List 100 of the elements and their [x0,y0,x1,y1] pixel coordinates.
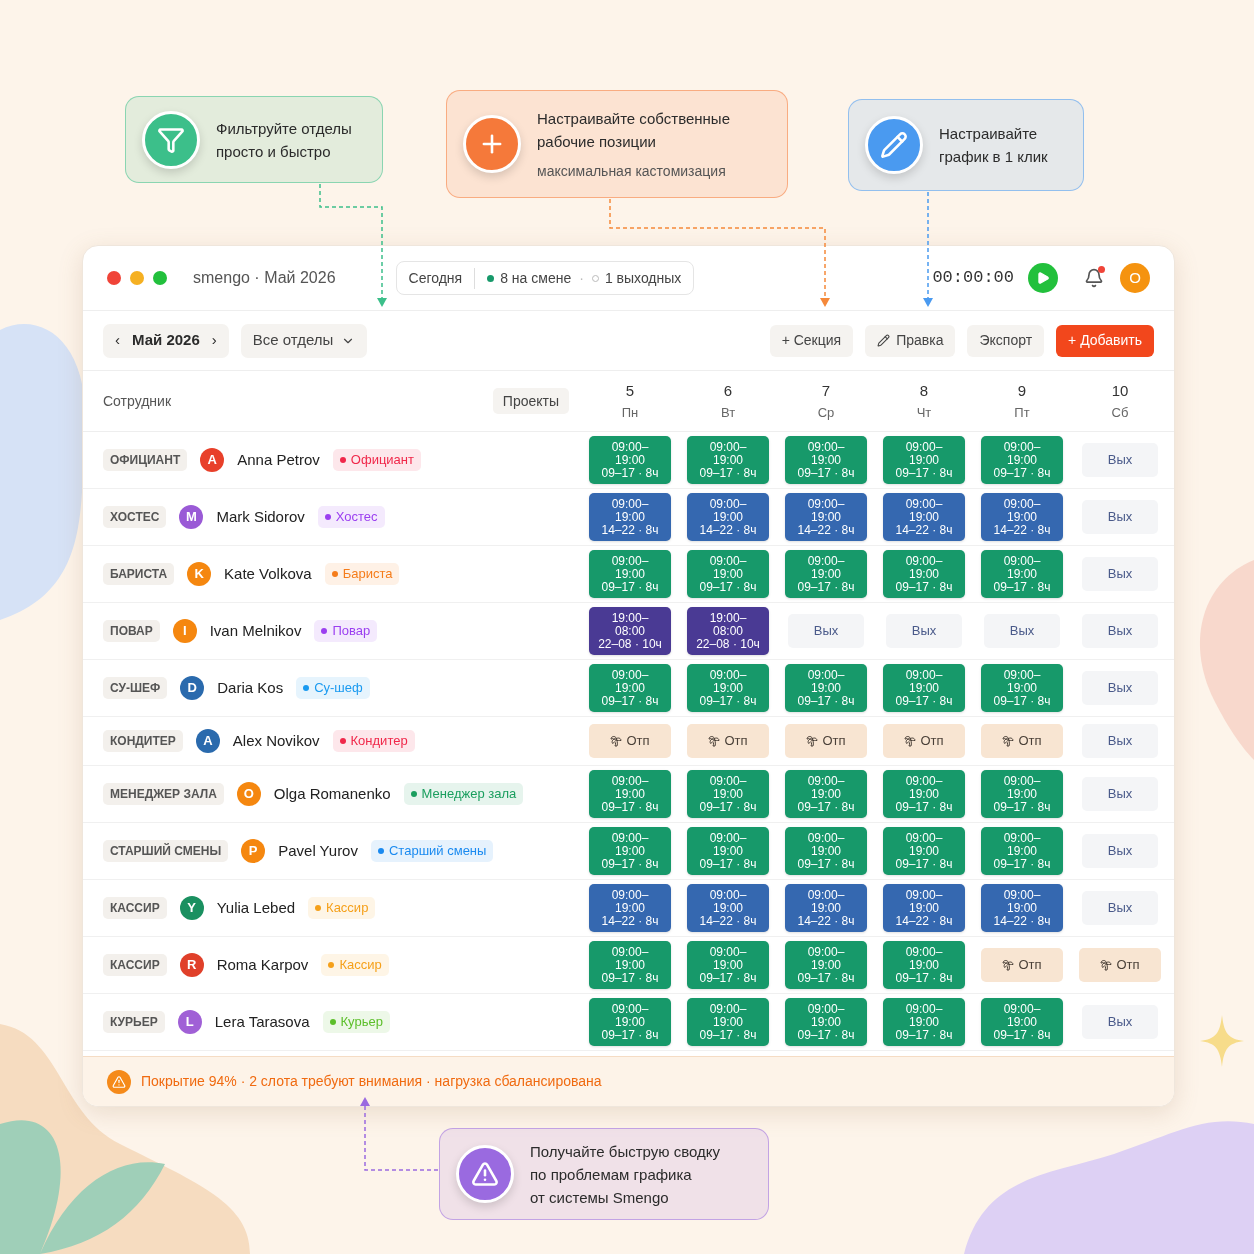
shift-block[interactable]: 09:00– 19:00 14–22 · 8ч [981,884,1063,932]
employee-avatar: I [172,619,197,643]
shift-block[interactable]: 09:00– 19:00 09–17 · 8ч [687,770,769,818]
shift-block[interactable]: 09:00– 19:00 09–17 · 8ч [589,827,671,875]
employee-avatar: Y [179,896,204,920]
shift-block[interactable]: 09:00– 19:00 14–22 · 8ч [785,493,867,541]
day-number: 10 [1111,381,1129,401]
shift-block[interactable]: 09:00– 19:00 09–17 · 8ч [687,827,769,875]
shift-block[interactable]: 09:00– 19:00 09–17 · 8ч [589,998,671,1046]
shift-block[interactable]: 09:00– 19:00 09–17 · 8ч [785,998,867,1046]
next-month-button[interactable]: › [211,329,217,352]
vacation-block[interactable]: Отп [589,724,671,758]
shift-block[interactable]: 09:00– 19:00 09–17 · 8ч [785,436,867,484]
shift-block[interactable]: 09:00– 19:00 09–17 · 8ч [589,941,671,989]
add-button[interactable]: + Добавить [1056,324,1154,357]
shift-block[interactable]: 09:00– 19:00 09–17 · 8ч [981,827,1063,875]
shift-block[interactable]: 09:00– 19:00 09–17 · 8ч [785,941,867,989]
shift-block[interactable]: 09:00– 19:00 09–17 · 8ч [981,664,1063,712]
shift-block[interactable]: 09:00– 19:00 09–17 · 8ч [981,770,1063,818]
role-label: Су-шеф [314,679,363,698]
export-button[interactable]: Экспорт [967,324,1045,357]
play-button[interactable] [1028,263,1058,293]
shift-block[interactable]: 09:00– 19:00 09–17 · 8ч [589,550,671,598]
shift-block[interactable]: 09:00– 19:00 14–22 · 8ч [687,493,769,541]
day-off-block[interactable]: Вых [788,614,864,648]
department-tag: БАРИСТА [103,563,175,585]
shift-block[interactable]: 09:00– 19:00 09–17 · 8ч [785,770,867,818]
shift-block[interactable]: 09:00– 19:00 14–22 · 8ч [589,884,671,932]
palm-tree-icon [610,735,623,747]
day-off-block[interactable]: Вых [1082,777,1158,811]
weekday-label: Сб [1111,403,1129,422]
shift-block[interactable]: 09:00– 19:00 09–17 · 8ч [589,436,671,484]
shift-block[interactable]: 09:00– 19:00 09–17 · 8ч [883,827,965,875]
shift-block[interactable]: 09:00– 19:00 09–17 · 8ч [687,664,769,712]
department-dropdown[interactable]: Все отделы [240,323,368,358]
shift-block[interactable]: 09:00– 19:00 09–17 · 8ч [883,998,965,1046]
shift-block[interactable]: 09:00– 19:00 09–17 · 8ч [589,664,671,712]
role-label: Курьер [340,1013,383,1032]
day-off-block[interactable]: Вых [1082,1005,1158,1039]
department-tag: КАССИР [103,897,167,919]
shift-block[interactable]: 09:00– 19:00 09–17 · 8ч [883,941,965,989]
vacation-block[interactable]: Отп [981,948,1063,982]
vacation-block[interactable]: Отп [883,724,965,758]
edit-button[interactable]: Правка [865,324,956,357]
month-label: Май 2026 [132,330,200,351]
role-label: Менеджер зала [421,785,517,804]
shift-block[interactable]: 19:00– 08:00 22–08 · 10ч [687,607,769,655]
shift-block[interactable]: 09:00– 19:00 09–17 · 8ч [883,770,965,818]
previous-month-button[interactable]: ‹ [115,329,120,352]
shift-block[interactable]: 19:00– 08:00 22–08 · 10ч [589,607,671,655]
shift-block[interactable]: 09:00– 19:00 14–22 · 8ч [687,884,769,932]
shift-block[interactable]: 09:00– 19:00 09–17 · 8ч [981,550,1063,598]
shift-block[interactable]: 09:00– 19:00 14–22 · 8ч [981,493,1063,541]
day-off-block[interactable]: Вых [1082,724,1158,758]
department-tag: ОФИЦИАНТ [103,449,188,471]
add-section-button[interactable]: + Секция [769,324,854,357]
role-label: Кассир [326,899,369,918]
day-off-block[interactable]: Вых [1082,671,1158,705]
role-label: Повар [332,622,371,641]
department-tag: МЕНЕДЖЕР ЗАЛА [103,783,224,805]
shift-block[interactable]: 09:00– 19:00 09–17 · 8ч [589,770,671,818]
vacation-block[interactable]: Отп [981,724,1063,758]
day-off-block[interactable]: Вых [1082,614,1158,648]
status-text: Покрытие 94% · 2 слота требуют внимания · нагрузка сбалансирована [141,1072,602,1091]
shift-block[interactable]: 09:00– 19:00 09–17 · 8ч [687,550,769,598]
shift-block[interactable]: 09:00– 19:00 09–17 · 8ч [981,998,1063,1046]
vacation-block[interactable]: Отп [687,724,769,758]
palm-tree-icon [1002,959,1015,971]
employee-name: Yulia Lebed [216,897,296,918]
shift-block[interactable]: 09:00– 19:00 09–17 · 8ч [687,998,769,1046]
shift-block[interactable]: 09:00– 19:00 09–17 · 8ч [785,664,867,712]
shift-block[interactable]: 09:00– 19:00 09–17 · 8ч [687,436,769,484]
shift-block[interactable]: 09:00– 19:00 14–22 · 8ч [589,493,671,541]
department-tag: КАССИР [103,954,167,976]
day-off-block[interactable]: Вых [984,614,1060,648]
shift-block[interactable]: 09:00– 19:00 09–17 · 8ч [883,436,965,484]
shift-block[interactable]: 09:00– 19:00 09–17 · 8ч [883,550,965,598]
day-off-block[interactable]: Вых [1082,557,1158,591]
shift-block[interactable]: 09:00– 19:00 14–22 · 8ч [883,493,965,541]
shift-block[interactable]: 09:00– 19:00 09–17 · 8ч [883,664,965,712]
employee-avatar: D [180,676,205,700]
shift-block[interactable]: 09:00– 19:00 09–17 · 8ч [981,436,1063,484]
vacation-block[interactable]: Отп [1079,948,1161,982]
day-off-block[interactable]: Вых [1082,891,1158,925]
shift-block[interactable]: 09:00– 19:00 09–17 · 8ч [687,941,769,989]
shift-block[interactable]: 09:00– 19:00 09–17 · 8ч [785,827,867,875]
day-off-block[interactable]: Вых [1082,443,1158,477]
employee-name: Roma Karpov [216,954,309,975]
employee-name: Daria Kos [217,677,284,698]
department-tag: СТАРШИЙ СМЕНЫ [103,840,229,862]
shift-block[interactable]: 09:00– 19:00 09–17 · 8ч [785,550,867,598]
day-number: 6 [723,381,733,401]
day-off-block[interactable]: Вых [1082,834,1158,868]
shift-block[interactable]: 09:00– 19:00 14–22 · 8ч [785,884,867,932]
vacation-block[interactable]: Отп [785,724,867,758]
day-off-block[interactable]: Вых [886,614,962,648]
projects-button[interactable]: Проекты [492,388,569,414]
shift-block[interactable]: 09:00– 19:00 14–22 · 8ч [883,884,965,932]
today-button[interactable]: Сегодня [408,267,476,289]
day-off-block[interactable]: Вых [1082,500,1158,534]
